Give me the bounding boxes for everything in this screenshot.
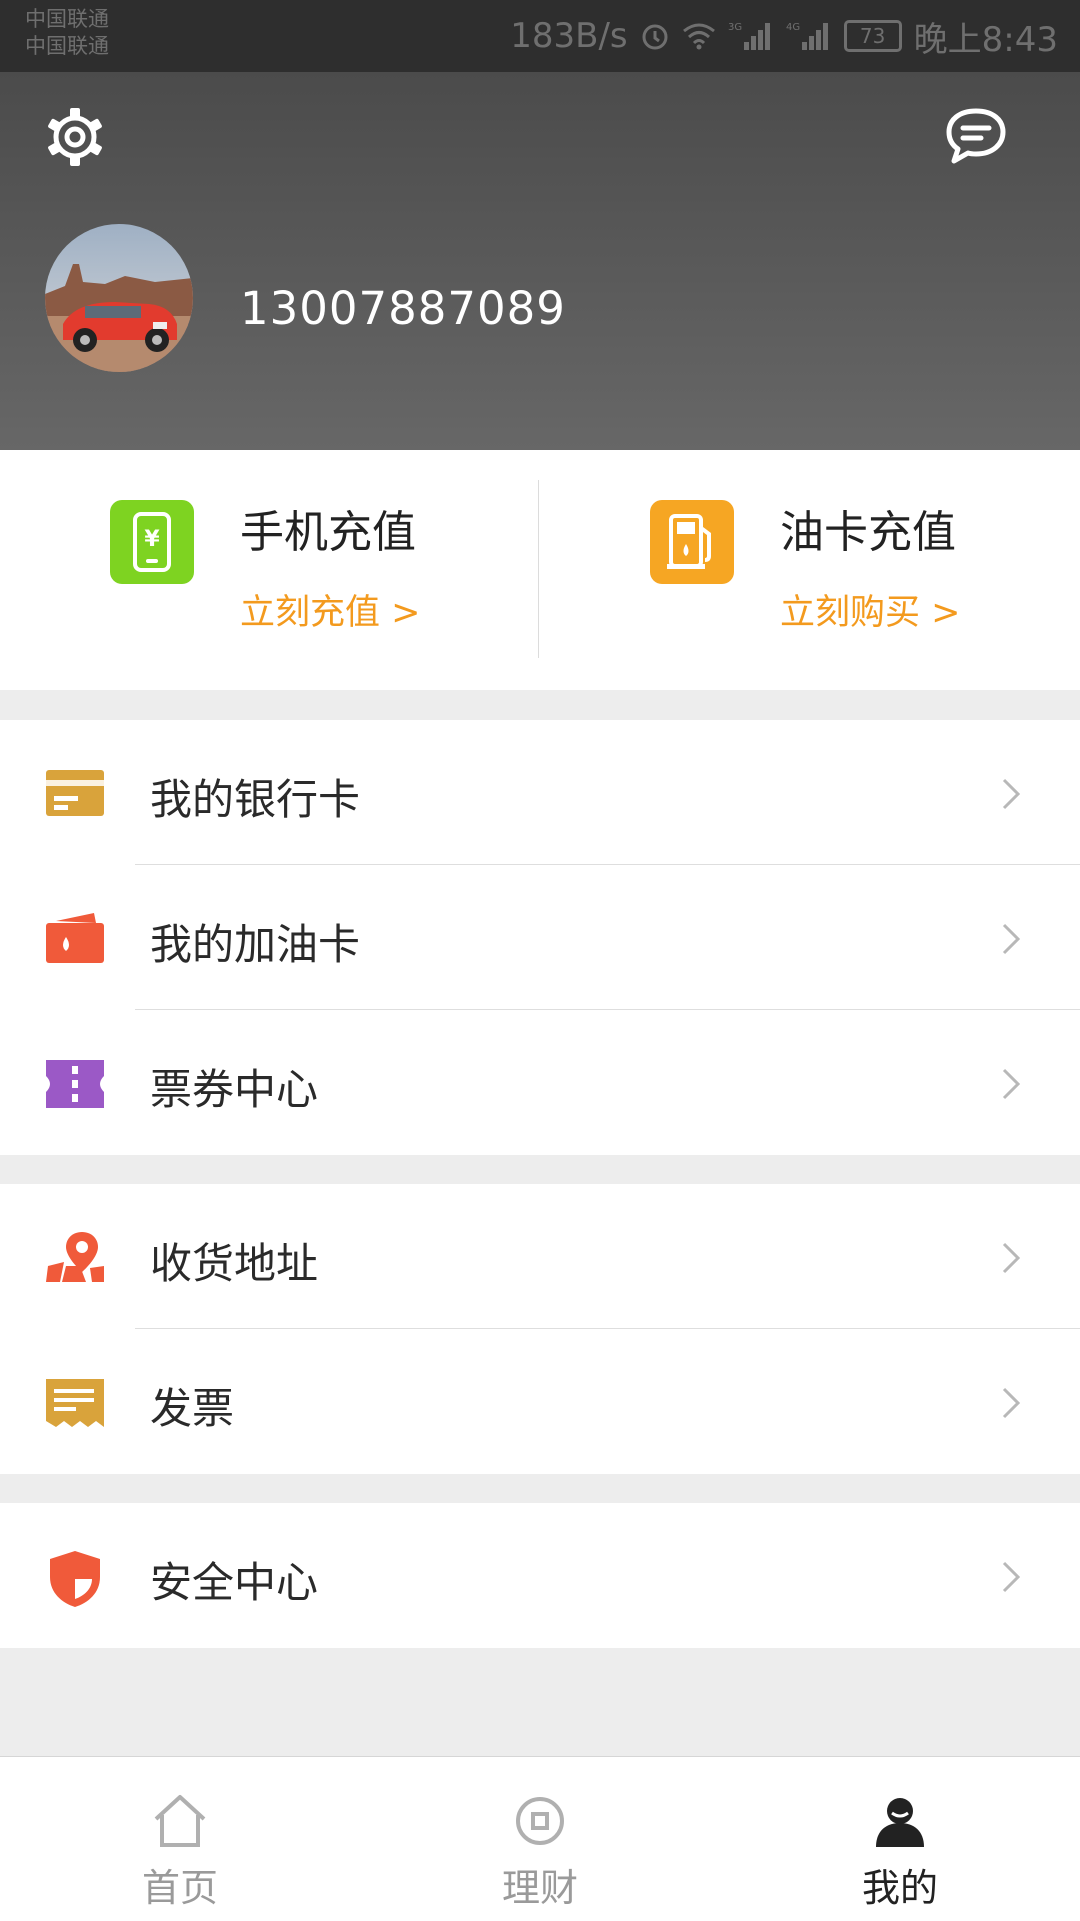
signal-icon-2: 4G <box>786 20 832 52</box>
phone-number: 13007887089 <box>240 282 566 335</box>
tab-mine[interactable]: 我的 <box>720 1757 1080 1921</box>
wifi-icon <box>682 22 716 50</box>
menu-label: 安全中心 <box>150 1558 319 1607</box>
fuel-recharge-title: 油卡充值 <box>780 507 956 558</box>
menu-group-address: 收货地址 发票 <box>0 1184 1080 1474</box>
fuel-recharge-link[interactable]: 立刻购买 > <box>780 584 960 635</box>
home-icon <box>150 1793 210 1849</box>
finance-icon <box>510 1793 570 1849</box>
divider <box>538 480 539 658</box>
user-icon <box>870 1793 930 1849</box>
shield-icon <box>46 1551 104 1607</box>
menu-label: 票券中心 <box>150 1065 319 1114</box>
battery-icon: 73 <box>843 20 902 52</box>
carrier-1: 中国联通 <box>25 7 109 31</box>
chevron-right-icon <box>1000 1559 1024 1595</box>
alarm-icon <box>640 21 670 51</box>
tab-home[interactable]: 首页 <box>0 1757 360 1921</box>
svg-text:¥: ¥ <box>144 527 160 552</box>
fuel-card-icon <box>46 913 104 965</box>
tab-label: 理财 <box>501 1866 578 1910</box>
chevron-right-icon <box>1000 1240 1024 1276</box>
carrier-2: 中国联通 <box>25 34 109 58</box>
chevron-right-icon <box>1000 1385 1024 1421</box>
status-icons: 183B/s 3G 4G 73 晚上8:43 <box>510 14 1058 60</box>
menu-item-security[interactable]: 安全中心 <box>0 1503 1080 1648</box>
status-bar: 中国联通 中国联通 183B/s 3G 4G 73 晚上8:43 <box>0 0 1080 72</box>
chevron-right-icon <box>1000 776 1024 812</box>
svg-text:4G: 4G <box>786 22 800 33</box>
menu-group-security: 安全中心 <box>0 1503 1080 1648</box>
svg-text:3G: 3G <box>728 22 742 33</box>
menu-item-tickets[interactable]: 票券中心 <box>0 1010 1080 1155</box>
phone-recharge-card[interactable]: ¥ 手机充值 立刻充值 > <box>110 500 510 640</box>
phone-recharge-link[interactable]: 立刻充值 > <box>240 584 420 635</box>
ticket-icon <box>46 1058 104 1110</box>
profile-header: 13007887089 <box>0 72 1080 450</box>
chevron-right-icon <box>1000 921 1024 957</box>
bottom-nav: 首页 理财 我的 <box>0 1756 1080 1921</box>
message-icon[interactable] <box>944 106 1008 166</box>
menu-item-bank-card[interactable]: 我的银行卡 <box>0 720 1080 865</box>
carrier-info: 中国联通 中国联通 <box>25 6 109 60</box>
gear-icon[interactable] <box>44 106 106 168</box>
menu-item-fuel-card[interactable]: 我的加油卡 <box>0 865 1080 1010</box>
tab-finance[interactable]: 理财 <box>360 1757 720 1921</box>
phone-recharge-title: 手机充值 <box>240 507 416 558</box>
invoice-icon <box>46 1377 104 1429</box>
bank-card-icon <box>46 768 104 820</box>
fuel-recharge-card[interactable]: 油卡充值 立刻购买 > <box>650 500 1050 640</box>
fuel-pump-icon <box>650 500 734 584</box>
network-speed: 183B/s <box>510 16 628 56</box>
avatar[interactable] <box>45 224 193 372</box>
signal-icon-1: 3G <box>728 20 774 52</box>
menu-label: 收货地址 <box>150 1239 319 1288</box>
tab-label: 首页 <box>141 1866 218 1910</box>
menu-label: 我的加油卡 <box>150 920 361 969</box>
phone-recharge-icon: ¥ <box>110 500 194 584</box>
menu-item-address[interactable]: 收货地址 <box>0 1184 1080 1329</box>
chevron-right-icon <box>1000 1066 1024 1102</box>
tab-label: 我的 <box>861 1866 938 1910</box>
recharge-section: ¥ 手机充值 立刻充值 > 油卡充值 立刻购买 > <box>0 450 1080 690</box>
menu-label: 我的银行卡 <box>150 775 361 824</box>
menu-group-cards: 我的银行卡 我的加油卡 票券中心 <box>0 720 1080 1155</box>
menu-item-invoice[interactable]: 发票 <box>0 1329 1080 1474</box>
menu-label: 发票 <box>150 1384 235 1433</box>
time: 晚上8:43 <box>913 19 1058 60</box>
location-icon <box>46 1232 104 1284</box>
